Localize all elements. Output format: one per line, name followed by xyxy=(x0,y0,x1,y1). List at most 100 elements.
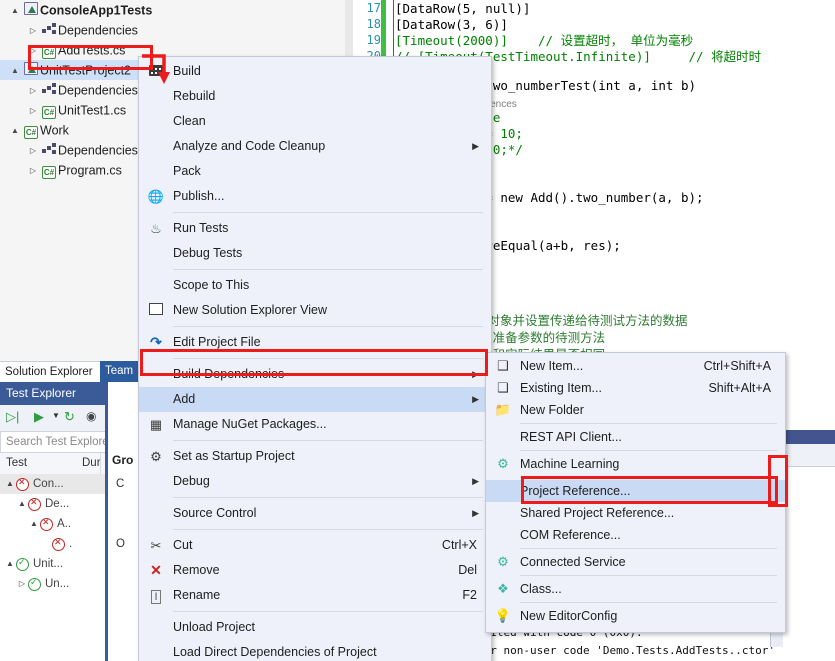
test-explorer-group-column[interactable]: Gro C O xyxy=(108,382,140,661)
menu-item-run-tests[interactable]: ♨ Run Tests xyxy=(139,216,491,241)
tree-expander[interactable]: ▲ xyxy=(8,1,22,21)
menu-item-label: New Solution Explorer View xyxy=(173,303,328,317)
menu-item-unload-project[interactable]: Unload Project xyxy=(139,615,491,640)
column-header-group[interactable]: Gro xyxy=(112,453,133,467)
menu-separator xyxy=(520,423,777,424)
dependencies-icon xyxy=(42,142,56,155)
tree-expander[interactable]: ▷ xyxy=(26,21,40,41)
column-header-test[interactable]: Test xyxy=(6,453,27,474)
menu-item-machine-learning[interactable]: ⚙ Machine Learning xyxy=(486,453,785,475)
test-row-expander[interactable]: ▲ xyxy=(16,494,28,514)
menu-item-project-reference[interactable]: Project Reference... xyxy=(486,480,785,502)
menu-item-connected-service[interactable]: ⚙ Connected Service xyxy=(486,551,785,573)
menu-item-label: Class... xyxy=(520,582,562,596)
tree-item-icon: C# xyxy=(40,101,58,121)
submenu-arrow-icon: ▶ xyxy=(472,141,479,151)
menu-item-add[interactable]: Add ▶ xyxy=(139,387,491,412)
menu-item-rename[interactable]: I Rename F2 xyxy=(139,583,491,608)
tree-expander[interactable]: ▷ xyxy=(26,41,40,61)
group-cell: C xyxy=(116,478,125,490)
tree-expander[interactable]: ▷ xyxy=(26,101,40,121)
tree-item-label: AddTests.cs xyxy=(58,43,126,58)
menu-item-label: Scope to This xyxy=(173,278,250,292)
menu-item-debug[interactable]: Debug ▶ xyxy=(139,469,491,494)
menu-item-build-dependencies[interactable]: Build Dependencies ▶ xyxy=(139,362,491,387)
project-context-menu[interactable]: Build Rebuild Clean Analyze and Code Cleanu… xyxy=(138,56,492,661)
test-row-expander[interactable]: ▲ xyxy=(4,474,16,494)
menu-item-label: New EditorConfig xyxy=(520,609,618,623)
menu-item-publish[interactable]: 🌐 Publish... xyxy=(139,184,491,209)
menu-separator xyxy=(520,477,777,478)
menu-item-edit-project-file[interactable]: ↷ Edit Project File xyxy=(139,330,491,355)
menu-item-source-control[interactable]: Source Control ▶ xyxy=(139,501,491,526)
csharp-file-icon: C# xyxy=(42,45,56,59)
menu-item-label: Debug xyxy=(173,474,210,488)
menu-item-shortcut: Ctrl+Shift+A xyxy=(703,359,771,373)
run-tests-flask-icon: ♨ xyxy=(150,221,162,236)
menu-item-clean[interactable]: Clean xyxy=(139,109,491,134)
solution-tree-item-1[interactable]: ▷ Dependencies xyxy=(0,20,345,40)
column-header-duration[interactable]: Dur xyxy=(82,453,101,474)
menu-item-label: Connected Service xyxy=(520,555,626,569)
menu-item-analyze-and-code-cleanup[interactable]: Analyze and Code Cleanup ▶ xyxy=(139,134,491,159)
tree-expander[interactable]: ▲ xyxy=(8,61,22,81)
menu-item-pack[interactable]: Pack xyxy=(139,159,491,184)
run-all-tests-icon[interactable]: ▷| xyxy=(6,409,19,425)
menu-item-existing-item[interactable]: ❑ Existing Item... Shift+Alt+A xyxy=(486,377,785,399)
tree-expander[interactable]: ▲ xyxy=(8,121,22,141)
menu-item-label: Existing Item... xyxy=(520,381,602,395)
tree-expander[interactable]: ▷ xyxy=(26,141,40,161)
test-project-icon xyxy=(24,1,38,15)
menu-item-com-reference[interactable]: COM Reference... xyxy=(486,524,785,546)
repeat-last-run-icon[interactable]: ↻ xyxy=(64,409,75,425)
menu-separator xyxy=(173,440,483,441)
tree-item-icon xyxy=(40,141,58,161)
line-number: 17 xyxy=(366,1,381,15)
test-row-label: Con... xyxy=(33,478,64,490)
test-row-expander[interactable]: ▷ xyxy=(16,574,28,594)
test-row-expander[interactable]: ▲ xyxy=(28,514,40,534)
tab-team[interactable]: Team xyxy=(100,361,140,382)
tree-item-icon: C# xyxy=(22,121,40,141)
run-tests-icon[interactable]: ▶ xyxy=(34,409,44,425)
menu-item-new-solution-explorer-view[interactable]: New Solution Explorer View xyxy=(139,298,491,323)
menu-item-label: Unload Project xyxy=(173,620,255,634)
menu-item-label: Debug Tests xyxy=(173,246,243,260)
menu-item-class[interactable]: ❖ Class... xyxy=(486,578,785,600)
menu-item-label: Edit Project File xyxy=(173,335,261,349)
menu-item-manage-nuget-packages[interactable]: ▦ Manage NuGet Packages... xyxy=(139,412,491,437)
menu-item-remove[interactable]: ✕ Remove Del xyxy=(139,558,491,583)
menu-item-new-folder[interactable]: 📁 New Folder xyxy=(486,399,785,421)
menu-item-scope-to-this[interactable]: Scope to This xyxy=(139,273,491,298)
menu-item-build[interactable]: Build xyxy=(139,59,491,84)
menu-item-new-editorconfig[interactable]: 💡 New EditorConfig xyxy=(486,605,785,627)
menu-item-label: Clean xyxy=(173,114,206,128)
menu-separator xyxy=(173,269,483,270)
tree-item-label: Dependencies xyxy=(58,143,138,158)
code-line: [DataRow(3, 6)] xyxy=(395,17,508,32)
menu-item-rest-api-client[interactable]: REST API Client... xyxy=(486,426,785,448)
menu-item-icon xyxy=(145,298,167,323)
run-dropdown-icon[interactable]: ▼ xyxy=(52,411,60,420)
menu-item-rebuild[interactable]: Rebuild xyxy=(139,84,491,109)
menu-item-cut[interactable]: ✂ Cut Ctrl+X xyxy=(139,533,491,558)
menu-item-debug-tests[interactable]: Debug Tests xyxy=(139,241,491,266)
tree-expander[interactable]: ▷ xyxy=(26,161,40,181)
tree-expander[interactable]: ▷ xyxy=(26,81,40,101)
tree-item-icon xyxy=(40,81,58,101)
add-submenu[interactable]: ❑ New Item... Ctrl+Shift+A ❑ Existing Item..… xyxy=(485,352,786,633)
menu-item-new-item[interactable]: ❑ New Item... Ctrl+Shift+A xyxy=(486,355,785,377)
menu-item-icon: ❑ xyxy=(492,377,514,399)
menu-item-label: Source Control xyxy=(173,506,257,520)
nuget-icon: ▦ xyxy=(149,417,163,432)
tab-solution-explorer[interactable]: Solution Explorer xyxy=(0,361,100,382)
docked-tabstrip[interactable]: Solution Explorer Team xyxy=(0,361,140,382)
tree-item-label: Dependencies xyxy=(58,23,138,38)
solution-tree-item-0[interactable]: ▲ ConsoleApp1Tests xyxy=(0,0,345,20)
menu-item-shared-project-reference[interactable]: Shared Project Reference... xyxy=(486,502,785,524)
cancel-run-icon[interactable]: ◉ xyxy=(86,409,96,423)
menu-item-set-as-startup-project[interactable]: ⚙ Set as Startup Project xyxy=(139,444,491,469)
test-row-expander[interactable]: ▲ xyxy=(4,554,16,574)
tree-item-label: Dependencies xyxy=(58,83,138,98)
menu-item-load-direct-dependencies-of-project[interactable]: Load Direct Dependencies of Project xyxy=(139,640,491,661)
